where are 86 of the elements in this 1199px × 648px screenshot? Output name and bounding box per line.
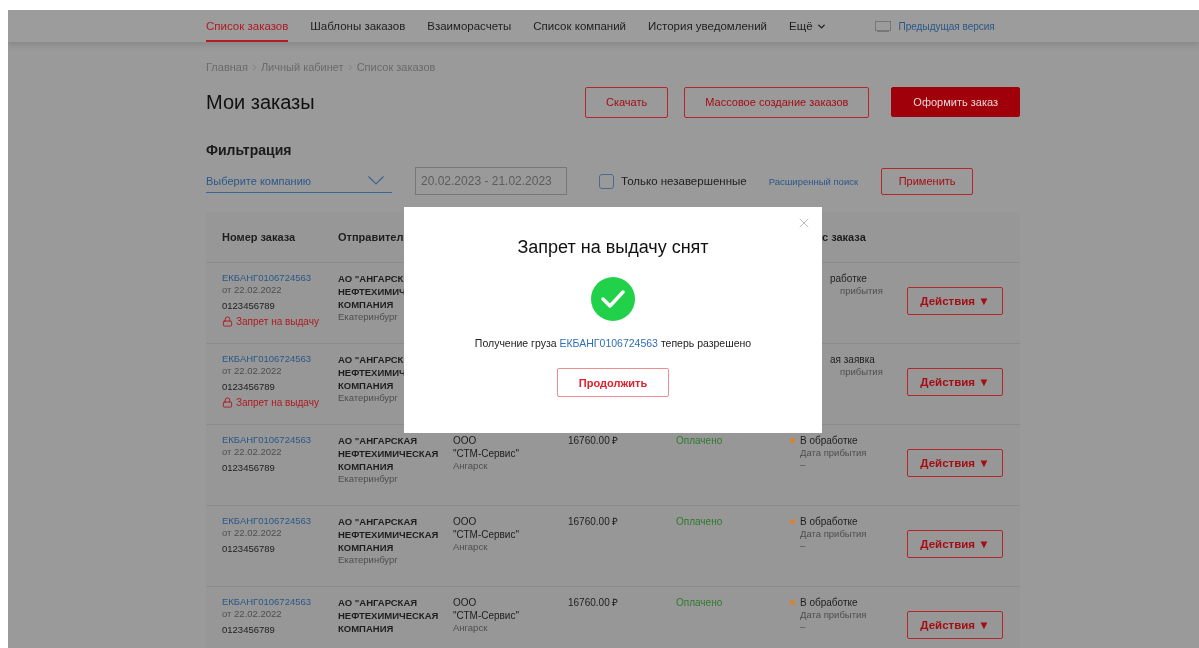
actions-dropdown-button[interactable]: Действия ▼ (907, 611, 1003, 639)
apply-button[interactable]: Применить (881, 167, 974, 195)
order-date: от 22.02.2022 (222, 284, 282, 296)
check-circle-icon (591, 277, 635, 321)
arrival-label: Дата прибытия (800, 609, 868, 621)
order-code: 0123456789 (222, 381, 275, 393)
order-number-link[interactable]: ЕКБАНГ0106724563 (222, 272, 312, 284)
recipient-city: Ангарск (453, 541, 488, 553)
nav-tab[interactable]: Шаблоны заказов (310, 10, 406, 42)
actions-dropdown-button[interactable]: Действия ▼ (907, 449, 1003, 477)
sender-city: Екатеринбург (338, 554, 398, 566)
dialog-message: Получение груза ЕКБАНГ0106724563 теперь разрешено (474, 337, 752, 349)
block-label: Запрет на выдачу (236, 397, 319, 408)
sender-name: АО "АНГАРСКАЯ НЕФТЕХИМИЧЕСКАЯ КОМПАНИЯ (338, 434, 439, 473)
order-number-link[interactable]: ЕКБАНГ0106724563 (222, 515, 312, 527)
sender-city: Екатеринбург (338, 473, 398, 485)
company-select[interactable]: Выберите компанию (206, 169, 392, 193)
nav-tab[interactable]: Взаиморасчеты (427, 10, 512, 42)
checkbox-label: Только незавершенные (621, 175, 747, 187)
order-date: от 22.02.2022 (222, 527, 282, 539)
recipient-city: Ангарск (453, 460, 488, 472)
order-status: В обработке (800, 596, 858, 609)
order-status: ая заявка (830, 353, 875, 366)
filter-title: Фильтрация (206, 142, 293, 158)
sender-name: АО "АНГАРСКАЯ НЕФТЕХИМИЧЕСКАЯ КОМПАНИЯ (338, 515, 439, 554)
arrival-label: прибытия (840, 366, 884, 378)
order-code: 0123456789 (222, 462, 275, 474)
order-status: В обработке (800, 434, 858, 447)
recipient-name: ООО "СТМ-Сервис" (453, 515, 519, 541)
order-date: от 22.02.2022 (222, 446, 282, 458)
recipient-name: ООО "СТМ-Сервис" (453, 434, 519, 460)
action-button[interactable]: Скачать (585, 86, 669, 118)
order-code: 0123456789 (222, 300, 275, 312)
arrival-value: – (800, 459, 807, 471)
order-number-link[interactable]: ЕКБАНГ0106724563 (222, 434, 312, 446)
previous-version-link[interactable]: Предыдущая версия (898, 20, 995, 32)
arrival-value: – (800, 540, 807, 552)
order-status: В обработке (800, 515, 858, 528)
block-label: Запрет на выдачу (236, 316, 319, 327)
page-title: Мои заказы (206, 90, 316, 114)
order-link[interactable]: ЕКБАНГ0106724563 (559, 337, 658, 349)
order-date: от 22.02.2022 (222, 608, 282, 620)
sender-city: Екатеринбург (338, 392, 398, 404)
order-sum: 16760.00 ₽ (568, 515, 619, 528)
actions-dropdown-button[interactable]: Действия ▼ (907, 368, 1003, 396)
arrival-value: – (800, 621, 807, 633)
advanced-search-link[interactable]: Расширенный поиск (768, 175, 859, 187)
lock-icon (222, 397, 233, 408)
monitor-icon (874, 20, 891, 32)
column-header: Отправител (338, 231, 405, 243)
sender-name: АО "АНГАРСКАЯ НЕФТЕХИМИЧЕСКАЯ КОМПАНИЯ (338, 596, 439, 635)
recipient-name: ООО "СТМ-Сервис" (453, 596, 519, 622)
arrival-label: Дата прибытия (800, 528, 868, 540)
action-button[interactable]: Массовое создание заказов (684, 86, 870, 118)
sender-city: Екатеринбург (338, 311, 398, 323)
order-sum: 16760.00 ₽ (568, 434, 619, 447)
nav-tab[interactable]: История уведомлений (648, 10, 767, 42)
nav-tab[interactable]: Список заказов (206, 10, 289, 42)
payment-status: Оплачено (676, 515, 723, 528)
chevron-down-icon (368, 176, 384, 185)
order-code: 0123456789 (222, 543, 275, 555)
date-range-field[interactable]: 20.02.2023 - 21.02.2023 (415, 167, 567, 195)
recipient-city: Ангарск (453, 622, 488, 634)
payment-status: Оплачено (676, 596, 723, 609)
lock-icon (222, 316, 233, 327)
order-number-link[interactable]: ЕКБАНГ0106724563 (222, 353, 312, 365)
arrival-label: прибытия (840, 285, 884, 297)
column-header: с заказа (821, 231, 867, 243)
more-menu[interactable]: Ещё (789, 10, 827, 42)
unfinished-checkbox[interactable] (599, 173, 614, 189)
actions-dropdown-button[interactable]: Действия ▼ (907, 287, 1003, 315)
payment-status: Оплачено (676, 434, 723, 447)
sender-name: АО "АНГАРСК НЕФТЕХИМИЧ КОМПАНИЯ (338, 353, 406, 392)
continue-button[interactable]: Продолжить (557, 368, 669, 397)
action-button[interactable]: Оформить заказ (891, 87, 1020, 117)
order-code: 0123456789 (222, 624, 275, 636)
order-number-link[interactable]: ЕКБАНГ0106724563 (222, 596, 312, 608)
dialog-title: Запрет на выдачу снят (517, 237, 709, 258)
nav-tab[interactable]: Список компаний (533, 10, 626, 42)
order-status: работке (830, 272, 867, 285)
sender-name: АО "АНГАРСК НЕФТЕХИМИЧ КОМПАНИЯ (338, 272, 406, 311)
order-date: от 22.02.2022 (222, 365, 282, 377)
arrival-label: Дата прибытия (800, 447, 868, 459)
column-header: Номер заказа (222, 231, 297, 243)
order-sum: 16760.00 ₽ (568, 596, 619, 609)
actions-dropdown-button[interactable]: Действия ▼ (907, 530, 1003, 558)
